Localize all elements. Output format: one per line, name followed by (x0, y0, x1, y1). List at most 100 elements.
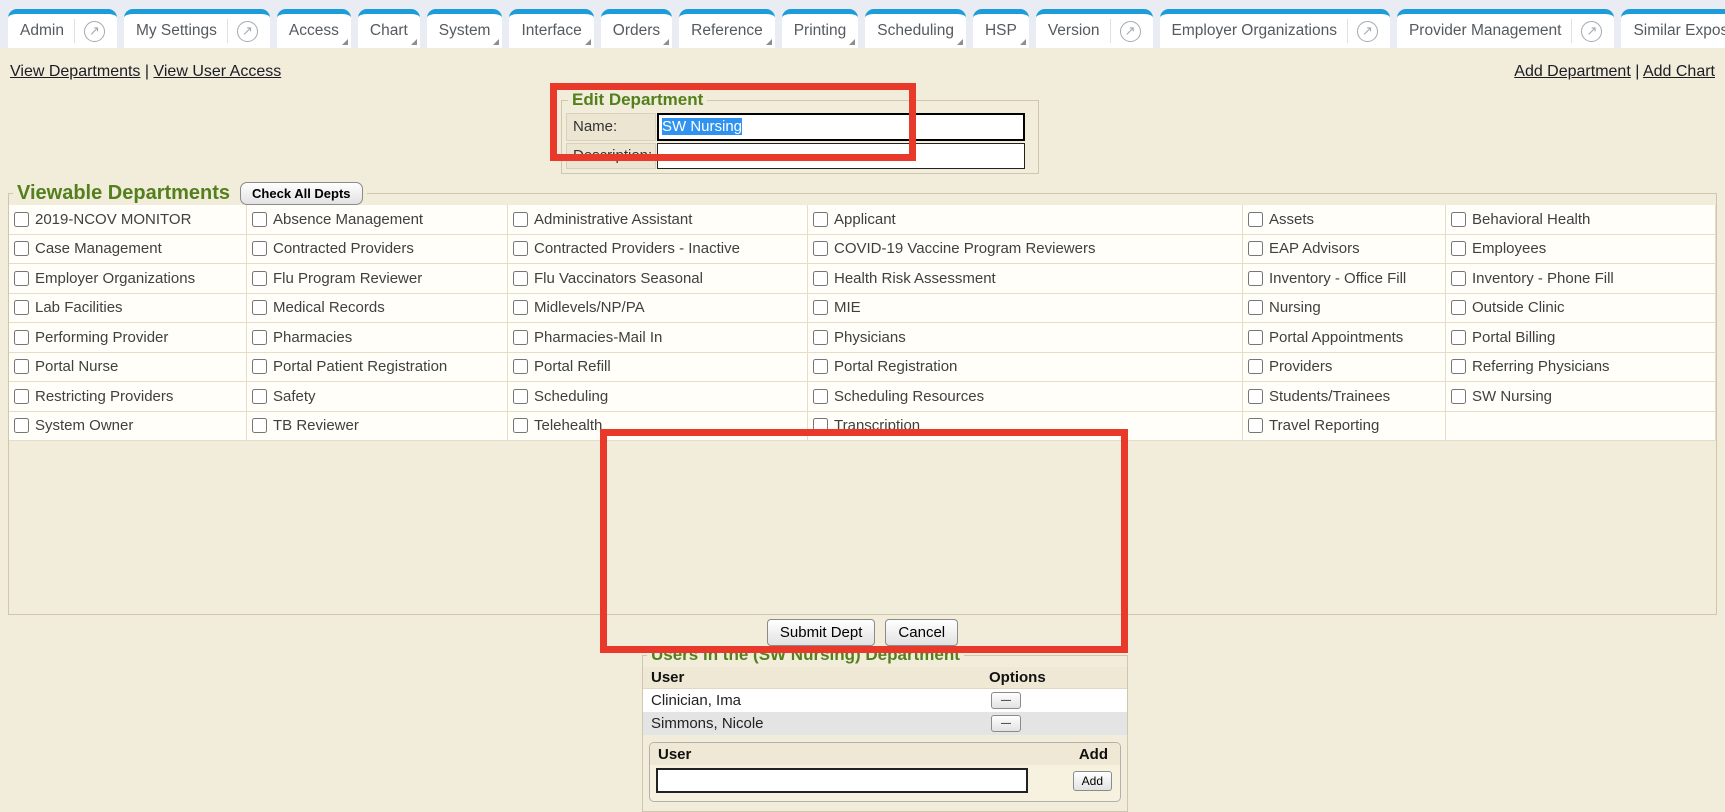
department-checkbox[interactable] (813, 212, 828, 227)
department-checkbox[interactable] (1451, 359, 1466, 374)
department-checkbox[interactable] (14, 359, 29, 374)
department-checkbox[interactable] (1248, 359, 1263, 374)
department-checkbox[interactable] (1248, 271, 1263, 286)
department-checkbox[interactable] (1451, 271, 1466, 286)
department-label: Pharmacies (273, 329, 352, 346)
tab-similar-exposure-groups-segs[interactable]: Similar Exposure Groups (SEGs)↗ (1621, 9, 1725, 48)
tab-scheduling[interactable]: Scheduling (865, 9, 966, 48)
department-checkbox[interactable] (252, 241, 267, 256)
department-checkbox[interactable] (1451, 389, 1466, 404)
department-checkbox[interactable] (813, 271, 828, 286)
department-label: Portal Registration (834, 358, 957, 375)
department-label: Students/Trainees (1269, 388, 1390, 405)
department-checkbox[interactable] (1248, 241, 1263, 256)
tab-provider-management[interactable]: Provider Management↗ (1397, 9, 1615, 48)
department-checkbox[interactable] (813, 359, 828, 374)
department-checkbox[interactable] (1248, 212, 1263, 227)
tab-label: Employer Organizations (1172, 22, 1337, 40)
department-checkbox[interactable] (513, 212, 528, 227)
department-cell: COVID-19 Vaccine Program Reviewers (808, 235, 1243, 265)
department-checkbox[interactable] (813, 300, 828, 315)
department-checkbox[interactable] (252, 300, 267, 315)
department-checkbox[interactable] (813, 330, 828, 345)
open-in-new-icon[interactable]: ↗ (1120, 21, 1141, 42)
department-cell: Employer Organizations (9, 264, 247, 294)
department-checkbox[interactable] (813, 389, 828, 404)
department-checkbox[interactable] (252, 359, 267, 374)
department-label: Restricting Providers (35, 388, 173, 405)
open-in-new-icon[interactable]: ↗ (1581, 21, 1602, 42)
open-in-new-icon[interactable]: ↗ (237, 21, 258, 42)
department-checkbox[interactable] (252, 271, 267, 286)
department-cell: Employees (1446, 235, 1716, 265)
remove-user-button[interactable]: — (991, 692, 1021, 709)
name-input[interactable]: SW Nursing (657, 113, 1025, 141)
remove-user-button[interactable]: — (991, 715, 1021, 732)
add-links-row: Add Department | Add Chart (1514, 63, 1715, 81)
tab-reference[interactable]: Reference (679, 9, 775, 48)
tab-my-settings[interactable]: My Settings↗ (124, 9, 270, 48)
department-checkbox[interactable] (513, 389, 528, 404)
department-checkbox[interactable] (1248, 330, 1263, 345)
view-departments-link[interactable]: View Departments (10, 63, 140, 80)
view-user-access-link[interactable]: View User Access (153, 63, 281, 80)
edit-department-title: Edit Department (568, 90, 707, 110)
department-cell: Absence Management (247, 205, 508, 235)
department-checkbox[interactable] (513, 418, 528, 433)
submit-dept-button[interactable]: Submit Dept (767, 619, 876, 646)
add-user-input[interactable] (656, 768, 1028, 793)
department-checkbox[interactable] (14, 330, 29, 345)
tab-interface[interactable]: Interface (509, 9, 593, 48)
department-checkbox[interactable] (513, 330, 528, 345)
tab-chart[interactable]: Chart (358, 9, 420, 48)
department-checkbox[interactable] (252, 330, 267, 345)
department-checkbox[interactable] (813, 418, 828, 433)
department-label: MIE (834, 299, 861, 316)
tab-employer-organizations[interactable]: Employer Organizations ↗ (1160, 9, 1390, 48)
tab-divider (74, 19, 75, 43)
department-checkbox[interactable] (513, 271, 528, 286)
department-label: Employer Organizations (35, 270, 195, 287)
description-input[interactable] (657, 143, 1025, 169)
department-label: Performing Provider (35, 329, 168, 346)
department-checkbox[interactable] (1451, 300, 1466, 315)
department-checkbox[interactable] (14, 212, 29, 227)
tab-orders[interactable]: Orders (601, 9, 672, 48)
add-user-box: User Add Add (649, 742, 1121, 802)
department-checkbox[interactable] (14, 241, 29, 256)
department-checkbox[interactable] (252, 389, 267, 404)
open-in-new-icon[interactable]: ↗ (84, 21, 105, 42)
department-checkbox[interactable] (14, 271, 29, 286)
department-checkbox[interactable] (1248, 300, 1263, 315)
department-checkbox[interactable] (14, 389, 29, 404)
add-user-button[interactable]: Add (1073, 771, 1112, 791)
department-checkbox[interactable] (14, 300, 29, 315)
tab-admin[interactable]: Admin↗ (8, 9, 117, 48)
tab-system[interactable]: System (427, 9, 503, 48)
department-checkbox[interactable] (813, 241, 828, 256)
department-checkbox[interactable] (1451, 241, 1466, 256)
dropdown-caret-icon (849, 39, 855, 45)
tab-hsp[interactable]: HSP (973, 9, 1029, 48)
department-checkbox[interactable] (1451, 330, 1466, 345)
department-cell: Physicians (808, 323, 1243, 353)
tab-version[interactable]: Version↗ (1036, 9, 1153, 48)
department-checkbox[interactable] (252, 212, 267, 227)
department-checkbox[interactable] (1248, 418, 1263, 433)
department-checkbox[interactable] (1451, 212, 1466, 227)
department-checkbox[interactable] (1248, 389, 1263, 404)
add-chart-link[interactable]: Add Chart (1643, 63, 1715, 80)
cancel-button[interactable]: Cancel (885, 619, 958, 646)
department-label: Portal Refill (534, 358, 611, 375)
department-checkbox[interactable] (513, 241, 528, 256)
tab-printing[interactable]: Printing (782, 9, 859, 48)
tab-access[interactable]: Access (277, 9, 351, 48)
department-checkbox[interactable] (513, 300, 528, 315)
add-department-link[interactable]: Add Department (1514, 63, 1631, 80)
department-checkbox[interactable] (252, 418, 267, 433)
department-checkbox[interactable] (14, 418, 29, 433)
department-checkbox[interactable] (513, 359, 528, 374)
department-cell: Portal Appointments (1243, 323, 1446, 353)
check-all-depts-button[interactable]: Check All Depts (240, 182, 363, 205)
open-in-new-icon[interactable]: ↗ (1357, 21, 1378, 42)
